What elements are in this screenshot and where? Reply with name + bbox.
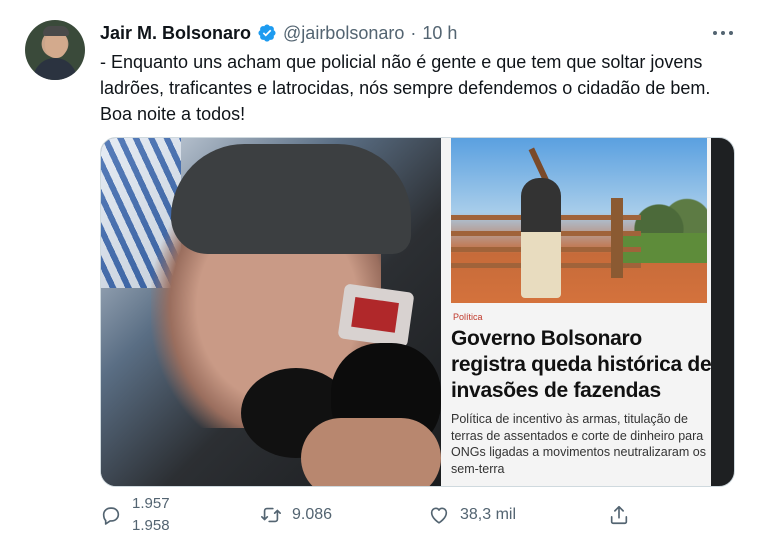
author-handle[interactable]: @jairbolsonaro <box>283 23 404 44</box>
share-button[interactable] <box>608 498 630 532</box>
tweet-text: - Enquanto uns acham que policial não é … <box>100 52 711 124</box>
retweet-count: 9.086 <box>292 506 333 523</box>
more-dot <box>729 31 733 35</box>
press-photo <box>101 138 441 486</box>
reply-count: 1.957 1.958 <box>132 498 182 532</box>
news-image-man <box>521 178 561 298</box>
avatar-suit <box>33 58 77 80</box>
news-subtitle: Política de incentivo às armas, titulaçã… <box>451 412 706 476</box>
news-image <box>451 138 707 303</box>
more-dot <box>721 31 725 35</box>
more-options-icon[interactable] <box>708 20 738 46</box>
like-count: 38,3 mil <box>460 506 517 523</box>
news-edge <box>711 138 734 486</box>
news-headline: Governo Bolsonaro registra queda históri… <box>451 327 712 402</box>
retweet-button[interactable]: 9.086 <box>260 498 332 532</box>
reply-icon <box>102 507 120 525</box>
reply-button[interactable]: 1.957 1.958 <box>100 498 182 532</box>
share-icon <box>610 505 628 525</box>
tweet[interactable]: Jair M. Bolsonaro @jairbolsonaro · 10 h … <box>0 0 778 548</box>
tweet-time[interactable]: 10 h <box>422 23 457 44</box>
verified-badge-icon <box>257 23 277 43</box>
tweet-actions: 1.957 1.958 9.086 38,3 mil <box>100 498 740 532</box>
news-category: Política <box>453 312 483 322</box>
photo-hair <box>171 144 411 254</box>
news-image-post <box>611 198 623 278</box>
reply-count-new: 1.958 <box>132 517 170 532</box>
avatar[interactable] <box>25 20 85 80</box>
tweet-media[interactable]: Política Governo Bolsonaro registra qued… <box>100 137 735 487</box>
reply-count-old: 1.957 <box>132 498 170 512</box>
like-button[interactable]: 38,3 mil <box>428 498 516 532</box>
author-name[interactable]: Jair M. Bolsonaro <box>100 23 251 44</box>
heart-icon <box>430 507 448 524</box>
news-clipping: Política Governo Bolsonaro registra qued… <box>441 138 734 486</box>
microphone <box>337 283 415 348</box>
photo-hand <box>301 418 441 486</box>
avatar-hair <box>43 26 69 36</box>
retweet-icon <box>261 507 281 523</box>
more-dot <box>713 31 717 35</box>
separator-dot: · <box>410 22 417 43</box>
tweet-header: Jair M. Bolsonaro @jairbolsonaro · 10 h <box>100 20 457 46</box>
